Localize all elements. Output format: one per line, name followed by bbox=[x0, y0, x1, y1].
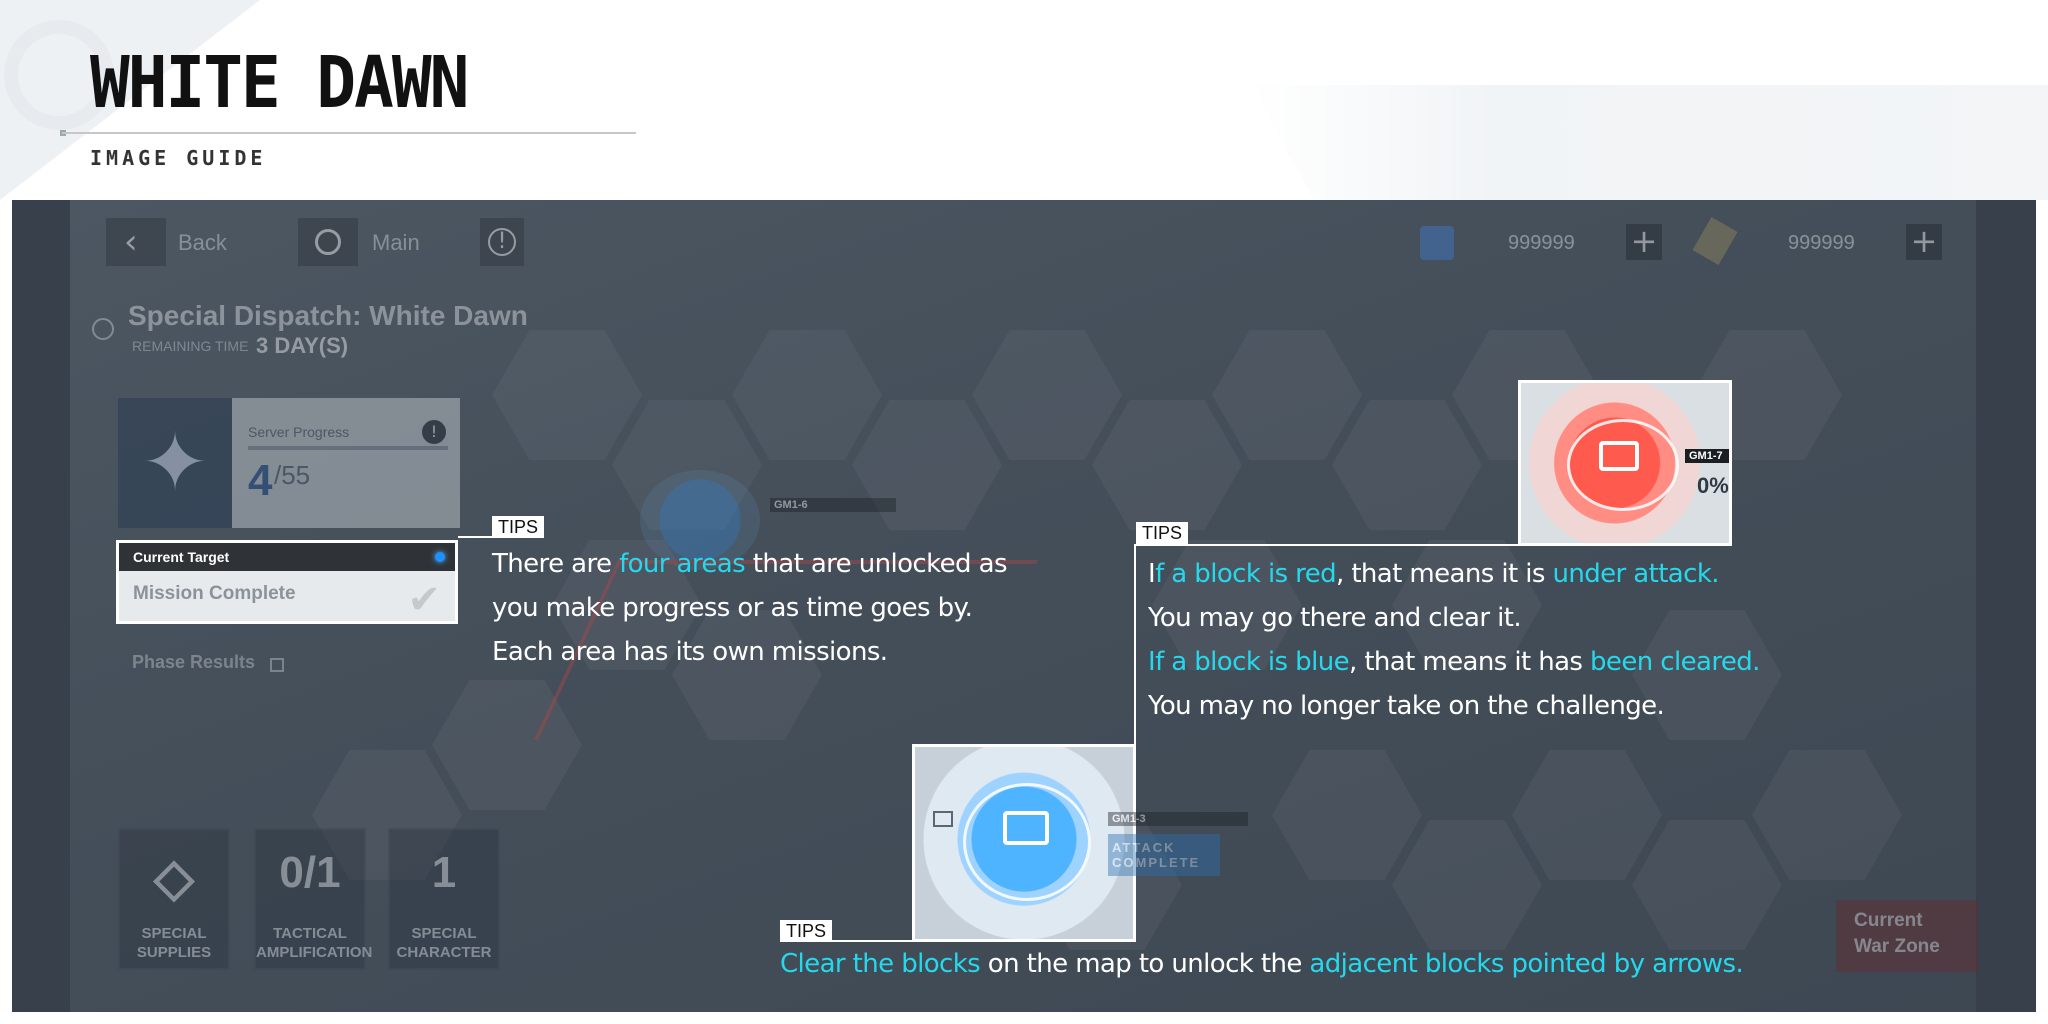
resource-cube-icon bbox=[1420, 226, 1454, 260]
phase-results-label[interactable]: Phase Results bbox=[132, 652, 255, 673]
red-block-progress: 0% bbox=[1697, 473, 1729, 498]
tip2-attack-highlight: under attack. bbox=[1552, 559, 1719, 589]
remaining-time-value: 3 DAY(S) bbox=[256, 333, 349, 358]
checkmark-icon: ✔ bbox=[407, 577, 441, 623]
tip2-line2: You may go there and clear it. bbox=[1148, 603, 1522, 633]
special-supplies-card[interactable]: ◇ SPECIAL SUPPLIES bbox=[118, 828, 230, 970]
connector-line bbox=[1134, 544, 1520, 546]
tip1-line2: you make progress or as time goes by. bbox=[492, 593, 973, 623]
lock-icon bbox=[270, 658, 284, 672]
remaining-time-label: REMAINING TIME bbox=[132, 338, 249, 354]
tips-label: TIPS bbox=[780, 920, 833, 942]
character-count: 1 bbox=[431, 848, 457, 897]
chevron-left-icon: ‹ bbox=[124, 222, 138, 262]
current-target-value: Mission Complete bbox=[133, 583, 296, 604]
main-label: Main bbox=[372, 230, 420, 255]
tactical-count: 0/1 bbox=[279, 848, 341, 897]
tip2-line4: You may no longer take on the challenge. bbox=[1148, 691, 1665, 721]
circle-icon bbox=[315, 229, 341, 255]
warzone-line2: War Zone bbox=[1854, 936, 1940, 957]
tip3-middle: on the map to unlock the bbox=[980, 949, 1310, 979]
tips-label: TIPS bbox=[1136, 522, 1189, 544]
connector-line bbox=[458, 536, 492, 538]
tip2-blue-highlight: If a block is blue bbox=[1148, 647, 1350, 677]
tip2-cleared-highlight: been cleared. bbox=[1590, 647, 1760, 677]
tip3-adjacent-highlight: adjacent blocks pointed by arrows. bbox=[1309, 949, 1744, 979]
add-resource2-button[interactable]: + bbox=[1906, 224, 1942, 260]
tips-label: TIPS bbox=[492, 516, 545, 538]
supplies-icon: ◇ bbox=[154, 849, 194, 907]
server-progress-total: /55 bbox=[274, 460, 311, 490]
resource1-value: 999999 bbox=[1508, 232, 1575, 254]
event-title: Special Dispatch: White Dawn bbox=[128, 300, 528, 331]
server-progress-value: 4 bbox=[248, 456, 273, 505]
info-icon: ! bbox=[488, 228, 516, 256]
node-tag: GM1-6 bbox=[770, 498, 896, 512]
card-label-line2: CHARACTER bbox=[396, 944, 492, 961]
card-label-line1: SPECIAL bbox=[141, 925, 207, 942]
tip2-text: If a block is red, that means it is unde… bbox=[1148, 552, 1760, 728]
server-progress-bar bbox=[248, 446, 448, 450]
info-button[interactable]: ! bbox=[480, 218, 524, 266]
header-decor-band bbox=[1250, 85, 2048, 200]
compass-icon: ✦ bbox=[118, 398, 232, 528]
tip2-line1-c: , that means it is bbox=[1336, 559, 1553, 589]
tip1-highlight: four areas bbox=[619, 549, 746, 579]
screenshot-left-edge bbox=[12, 200, 70, 1012]
back-button[interactable]: ‹ bbox=[106, 218, 166, 266]
red-block-example-image: GM1-7 0% bbox=[1518, 380, 1732, 546]
tactical-amplification-card[interactable]: 0/1 TACTICAL AMPLIFICATION bbox=[254, 828, 372, 970]
blue-block-tag: GM1-3 bbox=[1108, 812, 1248, 826]
resource2-value: 999999 bbox=[1788, 232, 1855, 254]
tip1-line1-a: There are bbox=[492, 549, 620, 579]
tip2-red-highlight: f a block is red bbox=[1155, 559, 1337, 589]
connector-line bbox=[1134, 544, 1136, 744]
special-character-card[interactable]: 1 SPECIAL CHARACTER bbox=[388, 828, 500, 970]
target-icon bbox=[92, 318, 114, 340]
main-button[interactable] bbox=[298, 218, 358, 266]
tip1-line1-c: that are unlocked as bbox=[745, 549, 1008, 579]
page-subtitle: IMAGE GUIDE bbox=[90, 146, 267, 170]
add-resource1-button[interactable]: + bbox=[1626, 224, 1662, 260]
page-title: WHITE DAWN bbox=[90, 40, 469, 125]
screenshot-right-edge bbox=[1976, 200, 2036, 1012]
card-label-line1: TACTICAL bbox=[273, 925, 347, 942]
current-war-zone-button[interactable]: Current War Zone bbox=[1836, 900, 1978, 972]
blue-block-status: ATTACK COMPLETE bbox=[1108, 834, 1220, 876]
red-block-tag: GM1-7 bbox=[1685, 449, 1729, 463]
card-label-line2: AMPLIFICATION bbox=[256, 944, 373, 961]
alert-icon: ! bbox=[422, 420, 446, 444]
title-divider bbox=[62, 132, 636, 134]
server-progress-label: Server Progress bbox=[248, 424, 350, 440]
block-icon bbox=[1599, 441, 1639, 471]
tip3-text: Clear the blocks on the map to unlock th… bbox=[780, 942, 1744, 986]
tip1-line3: Each area has its own missions. bbox=[492, 637, 888, 667]
block-icon bbox=[1003, 811, 1049, 845]
status-dot-icon bbox=[435, 552, 445, 562]
card-label-line2: SUPPLIES bbox=[136, 944, 212, 961]
card-label-line1: SPECIAL bbox=[411, 925, 477, 942]
tip2-line3-b: , that means it has bbox=[1348, 647, 1591, 677]
tip3-clear-highlight: Clear the blocks bbox=[780, 949, 981, 979]
blue-block-example-image bbox=[912, 744, 1136, 942]
current-target-header: Current Target bbox=[119, 543, 455, 571]
warzone-line1: Current bbox=[1854, 910, 1923, 931]
tip1-text: There are four areas that are unlocked a… bbox=[492, 542, 1007, 674]
current-target-panel[interactable]: Current Target Mission Complete ✔ bbox=[116, 540, 458, 624]
back-label: Back bbox=[178, 230, 227, 255]
node-marker-icon bbox=[933, 811, 953, 827]
